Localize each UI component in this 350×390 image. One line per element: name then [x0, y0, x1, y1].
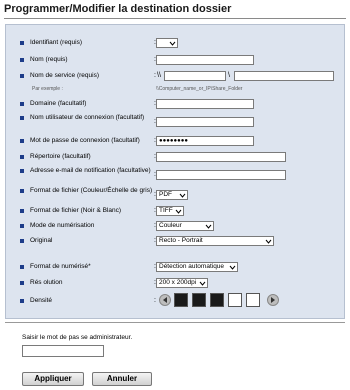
folder-destination-dialog: Programmer/Modifier la destination dossi… — [0, 0, 350, 390]
service-host-input[interactable] — [164, 71, 226, 81]
arrow-left-icon — [163, 297, 167, 303]
admin-password-label: Saisir le mot de pas se administrateur. — [22, 334, 133, 341]
form-panel: Identifiant (requis) : Nom (requis) : No… — [5, 24, 345, 319]
cancel-button[interactable]: Annuler — [92, 372, 152, 386]
colon: : — [154, 297, 156, 304]
bullet-icon — [20, 169, 24, 173]
service-label: Nom de service (requis) — [30, 72, 99, 79]
nom-label: Nom (requis) — [30, 56, 68, 63]
mode-label: Mode de numérisation — [30, 222, 95, 229]
chevron-down-icon — [229, 264, 236, 271]
original-select[interactable]: Recto - Portrait — [156, 236, 274, 246]
density-level-1 — [174, 293, 188, 307]
motdepasse-label: Mot de passe de connexion (facultatif) — [30, 137, 140, 144]
bullet-icon — [20, 155, 24, 159]
nom-input[interactable] — [156, 55, 254, 65]
bullet-icon — [20, 116, 24, 120]
bullet-icon — [20, 299, 24, 303]
example-label: Par exemple : — [32, 86, 63, 92]
chevron-down-icon — [265, 238, 272, 245]
original-label: Original — [30, 237, 53, 244]
email-label: Adresse e-mail de notification (facultat… — [30, 167, 151, 174]
chevron-down-icon — [175, 208, 182, 215]
utilisateur-input[interactable] — [156, 117, 254, 127]
chevron-down-icon — [199, 280, 206, 287]
bullet-icon — [20, 41, 24, 45]
identifiant-select[interactable] — [156, 38, 178, 48]
utilisateur-label: Nom utilisateur de connexion (facultatif… — [30, 114, 145, 121]
density-level-3 — [210, 293, 224, 307]
service-separator: \ — [228, 72, 230, 79]
density-level-2 — [192, 293, 206, 307]
density-decrease-button[interactable] — [159, 294, 171, 306]
service-share-input[interactable] — [234, 71, 334, 81]
density-level-4 — [228, 293, 242, 307]
format-numerise-value: Détection automatique — [159, 263, 225, 270]
bullet-icon — [20, 281, 24, 285]
arrow-right-icon — [271, 297, 275, 303]
example-value: \\Computer_name_or_IP\Share_Folder — [156, 86, 243, 92]
chevron-down-icon — [169, 40, 176, 47]
density-increase-button[interactable] — [267, 294, 279, 306]
domaine-label: Domaine (facultatif) — [30, 100, 87, 107]
mode-select[interactable]: Couleur — [156, 221, 214, 231]
page-title: Programmer/Modifier la destination dossi… — [4, 3, 346, 19]
divider — [5, 322, 345, 323]
email-input[interactable] — [156, 170, 286, 180]
format-couleur-select[interactable]: PDF — [156, 190, 188, 200]
format-couleur-value: PDF — [159, 191, 172, 198]
motdepasse-input[interactable]: ●●●●●●●● — [156, 136, 254, 146]
bullet-icon — [20, 58, 24, 62]
bullet-icon — [20, 239, 24, 243]
densite-label: Densité — [30, 297, 53, 304]
bullet-icon — [20, 189, 24, 193]
bullet-icon — [20, 209, 24, 213]
identifiant-label: Identifiant (requis) — [30, 39, 83, 46]
format-nb-value: TIFF — [159, 207, 173, 214]
mode-value: Couleur — [159, 222, 182, 229]
format-nb-label: Format de fichier (Noir & Blanc) — [30, 207, 122, 214]
resolution-select[interactable]: 200 x 200dpi — [156, 278, 208, 288]
repertoire-label: Répertoire (facultatif) — [30, 153, 91, 160]
bullet-icon — [20, 265, 24, 269]
domaine-input[interactable] — [156, 99, 254, 109]
format-numerise-label: Format de numérisé* — [30, 263, 91, 270]
bullet-icon — [20, 102, 24, 106]
format-numerise-select[interactable]: Détection automatique — [156, 262, 238, 272]
format-couleur-label: Format de fichier (Couleur/Échelle de gr… — [30, 187, 153, 194]
resolution-label: Rés olution — [30, 279, 63, 286]
chevron-down-icon — [179, 192, 186, 199]
service-prefix: \\ — [157, 72, 161, 79]
bullet-icon — [20, 74, 24, 78]
repertoire-input[interactable] — [156, 152, 286, 162]
resolution-value: 200 x 200dpi — [159, 279, 197, 286]
bullet-icon — [20, 139, 24, 143]
format-nb-select[interactable]: TIFF — [156, 206, 184, 216]
bullet-icon — [20, 224, 24, 228]
density-level-5 — [246, 293, 260, 307]
admin-password-input[interactable] — [22, 345, 104, 357]
apply-button[interactable]: Appliquer — [22, 372, 84, 386]
chevron-down-icon — [205, 223, 212, 230]
original-value: Recto - Portrait — [159, 237, 203, 244]
